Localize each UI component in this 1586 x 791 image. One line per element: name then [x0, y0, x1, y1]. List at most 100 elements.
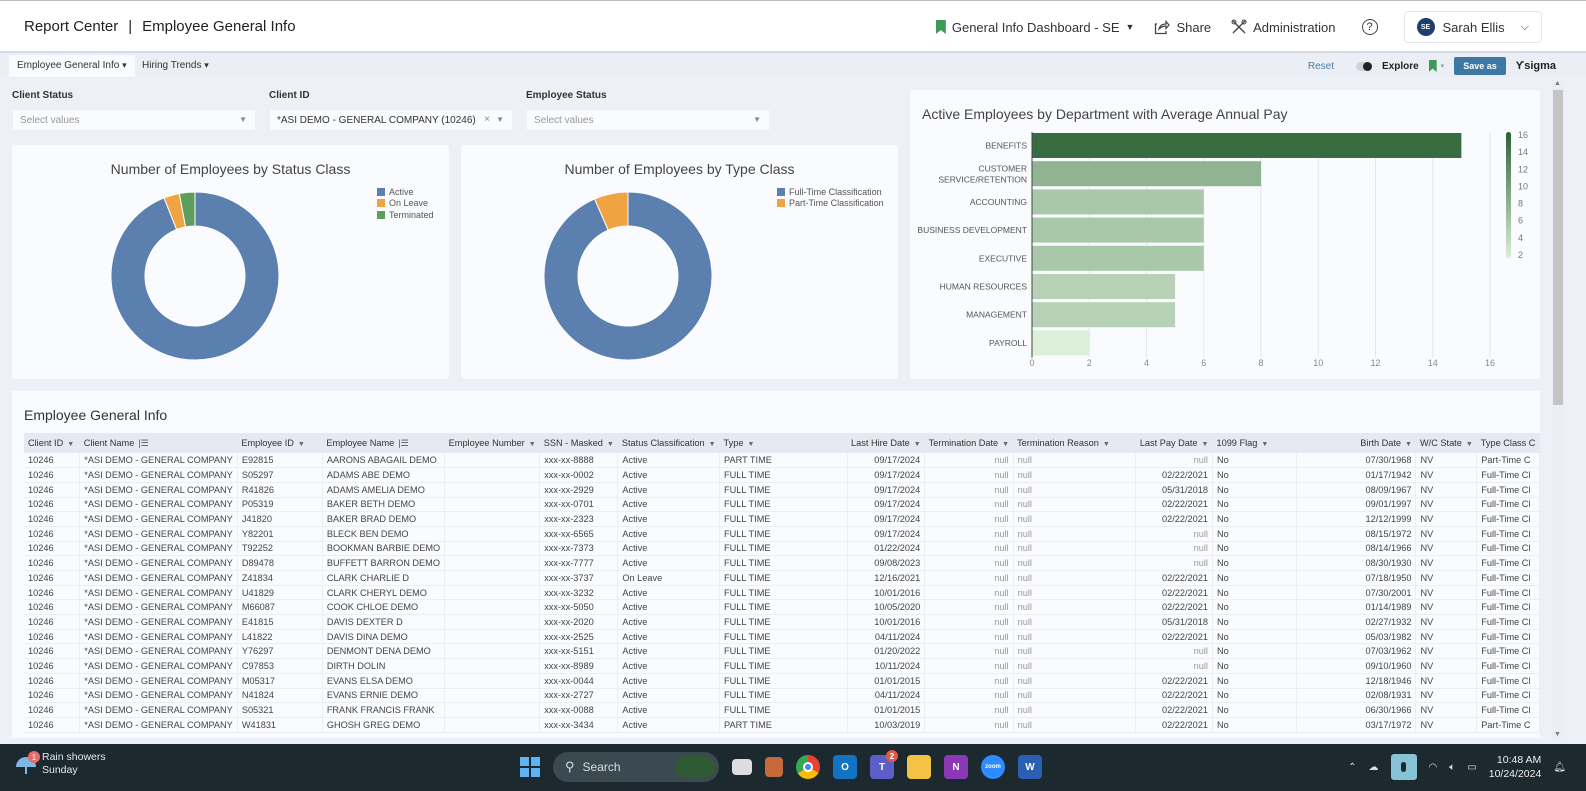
table-cell[interactable]: 02/22/2021 [1135, 497, 1213, 513]
table-cell[interactable]: FULL TIME [719, 629, 848, 645]
table-cell[interactable]: 09/17/2024 [847, 453, 926, 469]
table-cell[interactable]: No [1212, 526, 1298, 542]
table-cell[interactable]: null [1013, 673, 1137, 689]
table-cell[interactable]: 05/31/2018 [1135, 482, 1213, 498]
table-row[interactable]: 10246 *ASI DEMO - GENERAL COMPANY J41820 BA… [24, 511, 1540, 527]
table-cell[interactable]: EVANS ELSA DEMO [322, 673, 446, 689]
table-cell[interactable]: BOOKMAN BARBIE DEMO [322, 541, 446, 557]
table-cell[interactable]: *ASI DEMO - GENERAL COMPANY [79, 673, 238, 689]
table-row[interactable]: 10246 *ASI DEMO - GENERAL COMPANY L41822 DA… [24, 629, 1540, 645]
bar-accounting[interactable] [1032, 189, 1204, 215]
table-cell[interactable]: EVANS ERNIE DEMO [322, 688, 446, 704]
battery-icon[interactable]: ▭ [1467, 762, 1476, 773]
column-header[interactable]: Last Hire Date ▼ [847, 433, 925, 453]
table-cell[interactable] [444, 453, 541, 469]
table-cell[interactable]: NV [1415, 673, 1478, 689]
table-row[interactable]: 10246 *ASI DEMO - GENERAL COMPANY S05321 FR… [24, 702, 1540, 718]
table-cell[interactable]: NV [1415, 585, 1478, 601]
table-cell[interactable]: *ASI DEMO - GENERAL COMPANY [79, 629, 238, 645]
table-row[interactable]: 10246 *ASI DEMO - GENERAL COMPANY D89478 BU… [24, 555, 1540, 571]
table-cell[interactable]: PART TIME [719, 717, 848, 733]
table-cell[interactable]: Full-Time Cl [1476, 497, 1540, 513]
table-cell[interactable]: null [924, 688, 1014, 704]
table-cell[interactable]: 09/17/2024 [847, 482, 926, 498]
table-cell[interactable]: DAVIS DINA DEMO [322, 629, 446, 645]
table-cell[interactable]: null [924, 702, 1014, 718]
table-cell[interactable]: null [924, 629, 1014, 645]
dashboard-bookmark-dropdown[interactable]: General Info Dashboard - SE ▼ [935, 20, 1134, 35]
table-row[interactable]: 10246 *ASI DEMO - GENERAL COMPANY C97853 DI… [24, 658, 1540, 674]
table-cell[interactable]: Active [617, 585, 721, 601]
table-cell[interactable]: NV [1415, 467, 1478, 483]
bar-executive[interactable] [1032, 245, 1204, 271]
table-cell[interactable]: No [1212, 497, 1298, 513]
table-cell[interactable]: Active [617, 643, 721, 660]
table-cell[interactable]: No [1212, 511, 1298, 527]
table-cell[interactable]: 02/22/2021 [1135, 629, 1213, 645]
onenote-icon[interactable]: N [944, 755, 968, 779]
table-cell[interactable]: null [924, 673, 1014, 689]
table-cell[interactable]: 10246 [24, 482, 81, 498]
table-cell[interactable]: null [1135, 453, 1213, 469]
table-cell[interactable]: *ASI DEMO - GENERAL COMPANY [79, 717, 238, 733]
table-cell[interactable]: 07/18/1950 [1296, 570, 1417, 586]
table-cell[interactable]: *ASI DEMO - GENERAL COMPANY [79, 541, 238, 557]
legend-item[interactable]: Terminated [377, 209, 434, 221]
table-cell[interactable]: BUFFETT BARRON DEMO [322, 555, 446, 571]
table-cell[interactable]: Active [617, 702, 721, 718]
table-cell[interactable]: NV [1415, 688, 1478, 704]
table-cell[interactable]: Full-Time Cl [1476, 570, 1540, 586]
legend-item[interactable]: Full-Time Classification [777, 186, 884, 198]
table-cell[interactable]: No [1212, 585, 1298, 601]
table-cell[interactable]: FULL TIME [719, 467, 848, 483]
column-menu-caret-icon[interactable]: ▼ [1261, 441, 1268, 448]
table-cell[interactable]: No [1212, 555, 1298, 571]
table-cell[interactable]: null [1013, 629, 1137, 645]
table-cell[interactable]: 08/09/1967 [1296, 482, 1417, 498]
table-cell[interactable]: *ASI DEMO - GENERAL COMPANY [79, 614, 238, 630]
table-cell[interactable]: DENMONT DENA DEMO [322, 643, 446, 660]
table-cell[interactable]: 10/03/2019 [847, 717, 926, 733]
table-cell[interactable]: 02/08/1931 [1296, 688, 1417, 704]
table-cell[interactable]: 05/31/2018 [1135, 614, 1213, 630]
table-cell[interactable]: null [924, 467, 1014, 483]
teams-icon[interactable]: T2 [870, 750, 898, 779]
table-cell[interactable]: NV [1415, 497, 1478, 513]
table-cell[interactable]: 02/22/2021 [1135, 673, 1213, 689]
table-cell[interactable]: 09/17/2024 [847, 511, 926, 527]
table-cell[interactable]: xxx-xx-0044 [539, 673, 619, 689]
sort-icon[interactable]: |☰ [138, 438, 148, 448]
table-cell[interactable]: null [1013, 702, 1137, 718]
scroll-down-icon[interactable]: ▼ [1554, 731, 1561, 738]
column-menu-caret-icon[interactable]: ▼ [298, 441, 305, 448]
table-cell[interactable]: null [1013, 570, 1137, 586]
table-cell[interactable]: FULL TIME [719, 585, 848, 601]
table-cell[interactable]: xxx-xx-8989 [539, 658, 619, 674]
table-cell[interactable]: 10246 [24, 585, 81, 601]
table-cell[interactable]: 02/22/2021 [1135, 570, 1213, 586]
table-cell[interactable]: 07/30/2001 [1296, 585, 1417, 601]
table-cell[interactable] [444, 599, 541, 616]
table-cell[interactable]: FRANK FRANCIS FRANK [322, 702, 446, 718]
table-cell[interactable]: M05317 [237, 673, 323, 689]
column-header[interactable]: Last Pay Date ▼ [1135, 433, 1213, 453]
explore-toggle[interactable] [1355, 61, 1372, 71]
table-cell[interactable]: xxx-xx-0002 [539, 467, 619, 483]
table-row[interactable]: 10246 *ASI DEMO - GENERAL COMPANY Y76297 DE… [24, 643, 1540, 660]
table-cell[interactable]: 10/01/2016 [847, 614, 926, 630]
table-cell[interactable]: 01/01/2015 [847, 702, 926, 718]
table-cell[interactable]: 12/18/1946 [1296, 673, 1417, 689]
share-button[interactable]: Share [1154, 19, 1211, 35]
table-row[interactable]: 10246 *ASI DEMO - GENERAL COMPANY R41826 AD… [24, 482, 1540, 498]
legend-item[interactable]: On Leave [377, 198, 434, 210]
table-cell[interactable]: null [1013, 585, 1137, 601]
table-cell[interactable]: null [924, 526, 1014, 542]
table-cell[interactable] [444, 585, 541, 601]
table-cell[interactable]: 10246 [24, 702, 81, 718]
table-cell[interactable] [444, 658, 541, 674]
column-header[interactable]: Employee ID ▼ [237, 433, 323, 453]
table-cell[interactable]: No [1212, 541, 1298, 557]
table-cell[interactable]: *ASI DEMO - GENERAL COMPANY [79, 643, 238, 660]
table-cell[interactable]: 05/03/1982 [1296, 629, 1417, 645]
table-cell[interactable]: null [1013, 511, 1137, 527]
